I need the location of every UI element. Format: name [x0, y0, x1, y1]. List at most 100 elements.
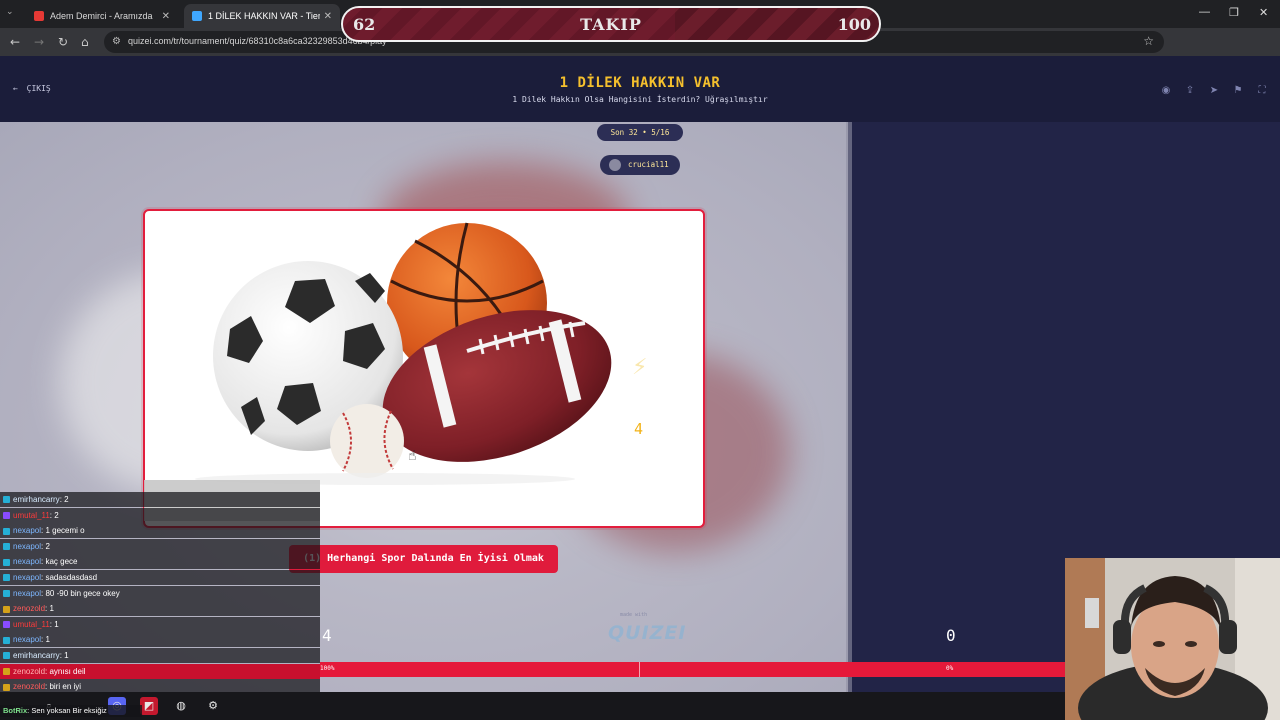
chat-username[interactable]: zenozold: [13, 604, 45, 613]
chat-message: nexapol: 1: [0, 632, 320, 648]
card-vote-count: 4: [634, 420, 644, 438]
eye-icon[interactable]: ◉: [1158, 83, 1174, 99]
chat-username[interactable]: umutal_11: [13, 511, 50, 520]
chat-message: zenozold: 1: [0, 601, 320, 617]
taskbar-app-icon[interactable]: ◩: [140, 697, 158, 715]
score-left: 4: [322, 626, 332, 645]
chat-message: emirhancarry: 2: [0, 492, 320, 507]
close-window-icon[interactable]: ✕: [1259, 6, 1268, 19]
stage-divider: [846, 122, 852, 692]
chat-badge-icon: [3, 636, 10, 644]
share-icon[interactable]: ⇪: [1182, 83, 1198, 99]
chat-badge-icon: [3, 667, 10, 675]
chat-message: nexapol: sadasdasdasd: [0, 570, 320, 585]
follow-goal-label: TAKIP: [580, 15, 642, 34]
chat-username[interactable]: nexapol: [13, 542, 41, 551]
quizei-logo: QUIZEI: [608, 622, 687, 644]
chat-message: umutal_11: 2: [0, 507, 320, 523]
progress-midpoint: [639, 662, 640, 677]
chat-text: : 2: [41, 541, 50, 551]
chat-badge-icon: [3, 589, 10, 597]
chat-username[interactable]: emirhancarry: [13, 651, 60, 660]
page-title: 1 DİLEK HAKKIN VAR: [559, 75, 721, 91]
bolt-icon: ⚡: [632, 355, 648, 380]
chat-badge-icon: [3, 652, 10, 660]
chat-message: nexapol: 2: [0, 538, 320, 554]
chat-text: : kaç gece: [41, 557, 78, 567]
tab-title: 1 DİLEK HAKKIN VAR - Tier List: [208, 11, 320, 21]
chat-username[interactable]: nexapol: [13, 557, 41, 566]
chat-username[interactable]: zenozold: [13, 667, 45, 676]
taskbar-steam-icon[interactable]: ⚙: [204, 697, 222, 715]
user-badge: crucial11: [600, 155, 680, 175]
chat-username[interactable]: nexapol: [13, 526, 41, 535]
chat-message: nexapol: 80 -90 bin gece okey: [0, 585, 320, 601]
chat-username[interactable]: nexapol: [13, 589, 41, 598]
chat-message: zenozold: aynısı deil: [0, 663, 320, 679]
follow-goal-bar: 62 TAKIP 100: [341, 6, 881, 42]
chat-text: : aynısı deil: [45, 666, 86, 676]
chat-message: nexapol: kaç gece: [0, 554, 320, 570]
home-icon[interactable]: ⌂: [81, 35, 89, 49]
screen: ⌄ Adem Demirci - Aramızda ✕ 1 DİLEK HAKK…: [0, 0, 1280, 720]
option-caption[interactable]: (1) Herhangi Spor Dalında En İyisi Olmak: [289, 545, 558, 573]
botrix-text: : Sen yoksan Bir eksiğiz: [27, 706, 107, 715]
mouse-cursor-icon: ☝: [408, 448, 417, 464]
restore-icon[interactable]: ❐: [1229, 6, 1239, 19]
chat-badge-icon: [3, 605, 10, 613]
brand-tagline: made with: [620, 612, 648, 618]
follow-goal-target: 100: [837, 15, 871, 34]
tab-close-icon[interactable]: ✕: [324, 11, 332, 22]
quiz-header: ← ÇIKIŞ 1 DİLEK HAKKIN VAR 1 Dilek Hakkı…: [0, 56, 1280, 122]
chat-username[interactable]: nexapol: [13, 573, 41, 582]
site-info-icon[interactable]: ⚙: [112, 36, 121, 47]
back-icon[interactable]: ←: [10, 35, 20, 49]
chat-text: : 2: [59, 495, 69, 504]
fullscreen-icon[interactable]: ⛶: [1254, 83, 1270, 99]
chat-text: : 1: [45, 604, 54, 614]
chat-message: emirhancarry: 1: [0, 648, 320, 663]
chat-text: : 1: [49, 619, 59, 629]
chat-badge-icon: [3, 683, 10, 691]
minimize-icon[interactable]: —: [1199, 6, 1210, 18]
browser-tab-2[interactable]: 1 DİLEK HAKKIN VAR - Tier List ✕: [184, 4, 340, 28]
browser-tab-1[interactable]: Adem Demirci - Aramızda ✕: [26, 4, 178, 28]
botrix-user: BotRix: [3, 706, 28, 715]
send-icon[interactable]: ➤: [1206, 83, 1222, 99]
avatar: [609, 159, 621, 171]
chat-badge-icon: [3, 496, 10, 504]
chat-text: : 1: [59, 651, 69, 660]
forward-icon[interactable]: →: [34, 35, 44, 49]
vote-progress-bar: 100% 0%: [320, 662, 1065, 677]
tab-close-icon[interactable]: ✕: [162, 11, 170, 22]
bookmark-star-icon[interactable]: ☆: [1143, 34, 1154, 48]
progress-left-percent: 100%: [320, 665, 335, 672]
chat-username[interactable]: nexapol: [13, 635, 41, 644]
progress-right-percent: 0%: [946, 665, 954, 672]
flag-icon[interactable]: ⚑: [1230, 83, 1246, 99]
chat-badge-icon: [3, 621, 10, 629]
chat-text: : 1 gecemi o: [41, 526, 85, 536]
username: crucial11: [628, 160, 669, 169]
chat-badge-icon: [3, 574, 10, 582]
webcam-overlay: [1065, 558, 1280, 720]
chat-message: nexapol: 1 gecemi o: [0, 523, 320, 539]
page-subtitle: 1 Dilek Hakkın Olsa Hangisini İsterdin? …: [512, 95, 768, 104]
chat-text: : sadasdasdasd: [41, 573, 98, 582]
chat-username[interactable]: zenozold: [13, 682, 45, 691]
chat-username[interactable]: emirhancarry: [13, 495, 60, 504]
chat-text: : 80 -90 bin gece okey: [41, 588, 120, 598]
stream-chat: emirhancarry: 2 umutal_11: 2 nexapol: 1 ge…: [0, 476, 320, 710]
tab-search-icon[interactable]: ⌄: [6, 7, 20, 21]
chat-text: : 2: [49, 510, 59, 520]
chat-text: : biri en iyi: [45, 682, 82, 692]
quizei-favicon-icon: [192, 11, 202, 21]
taskbar-chrome-icon[interactable]: ◍: [172, 697, 190, 715]
streamer-webcam-image: [1065, 558, 1280, 720]
chat-badge-icon: [3, 558, 10, 566]
chat-username[interactable]: umutal_11: [13, 620, 50, 629]
chat-badge-icon: [3, 543, 10, 551]
youtube-favicon-icon: [34, 11, 44, 21]
reload-icon[interactable]: ↻: [58, 35, 68, 49]
round-badge: Son 32 • 5/16: [597, 124, 683, 141]
